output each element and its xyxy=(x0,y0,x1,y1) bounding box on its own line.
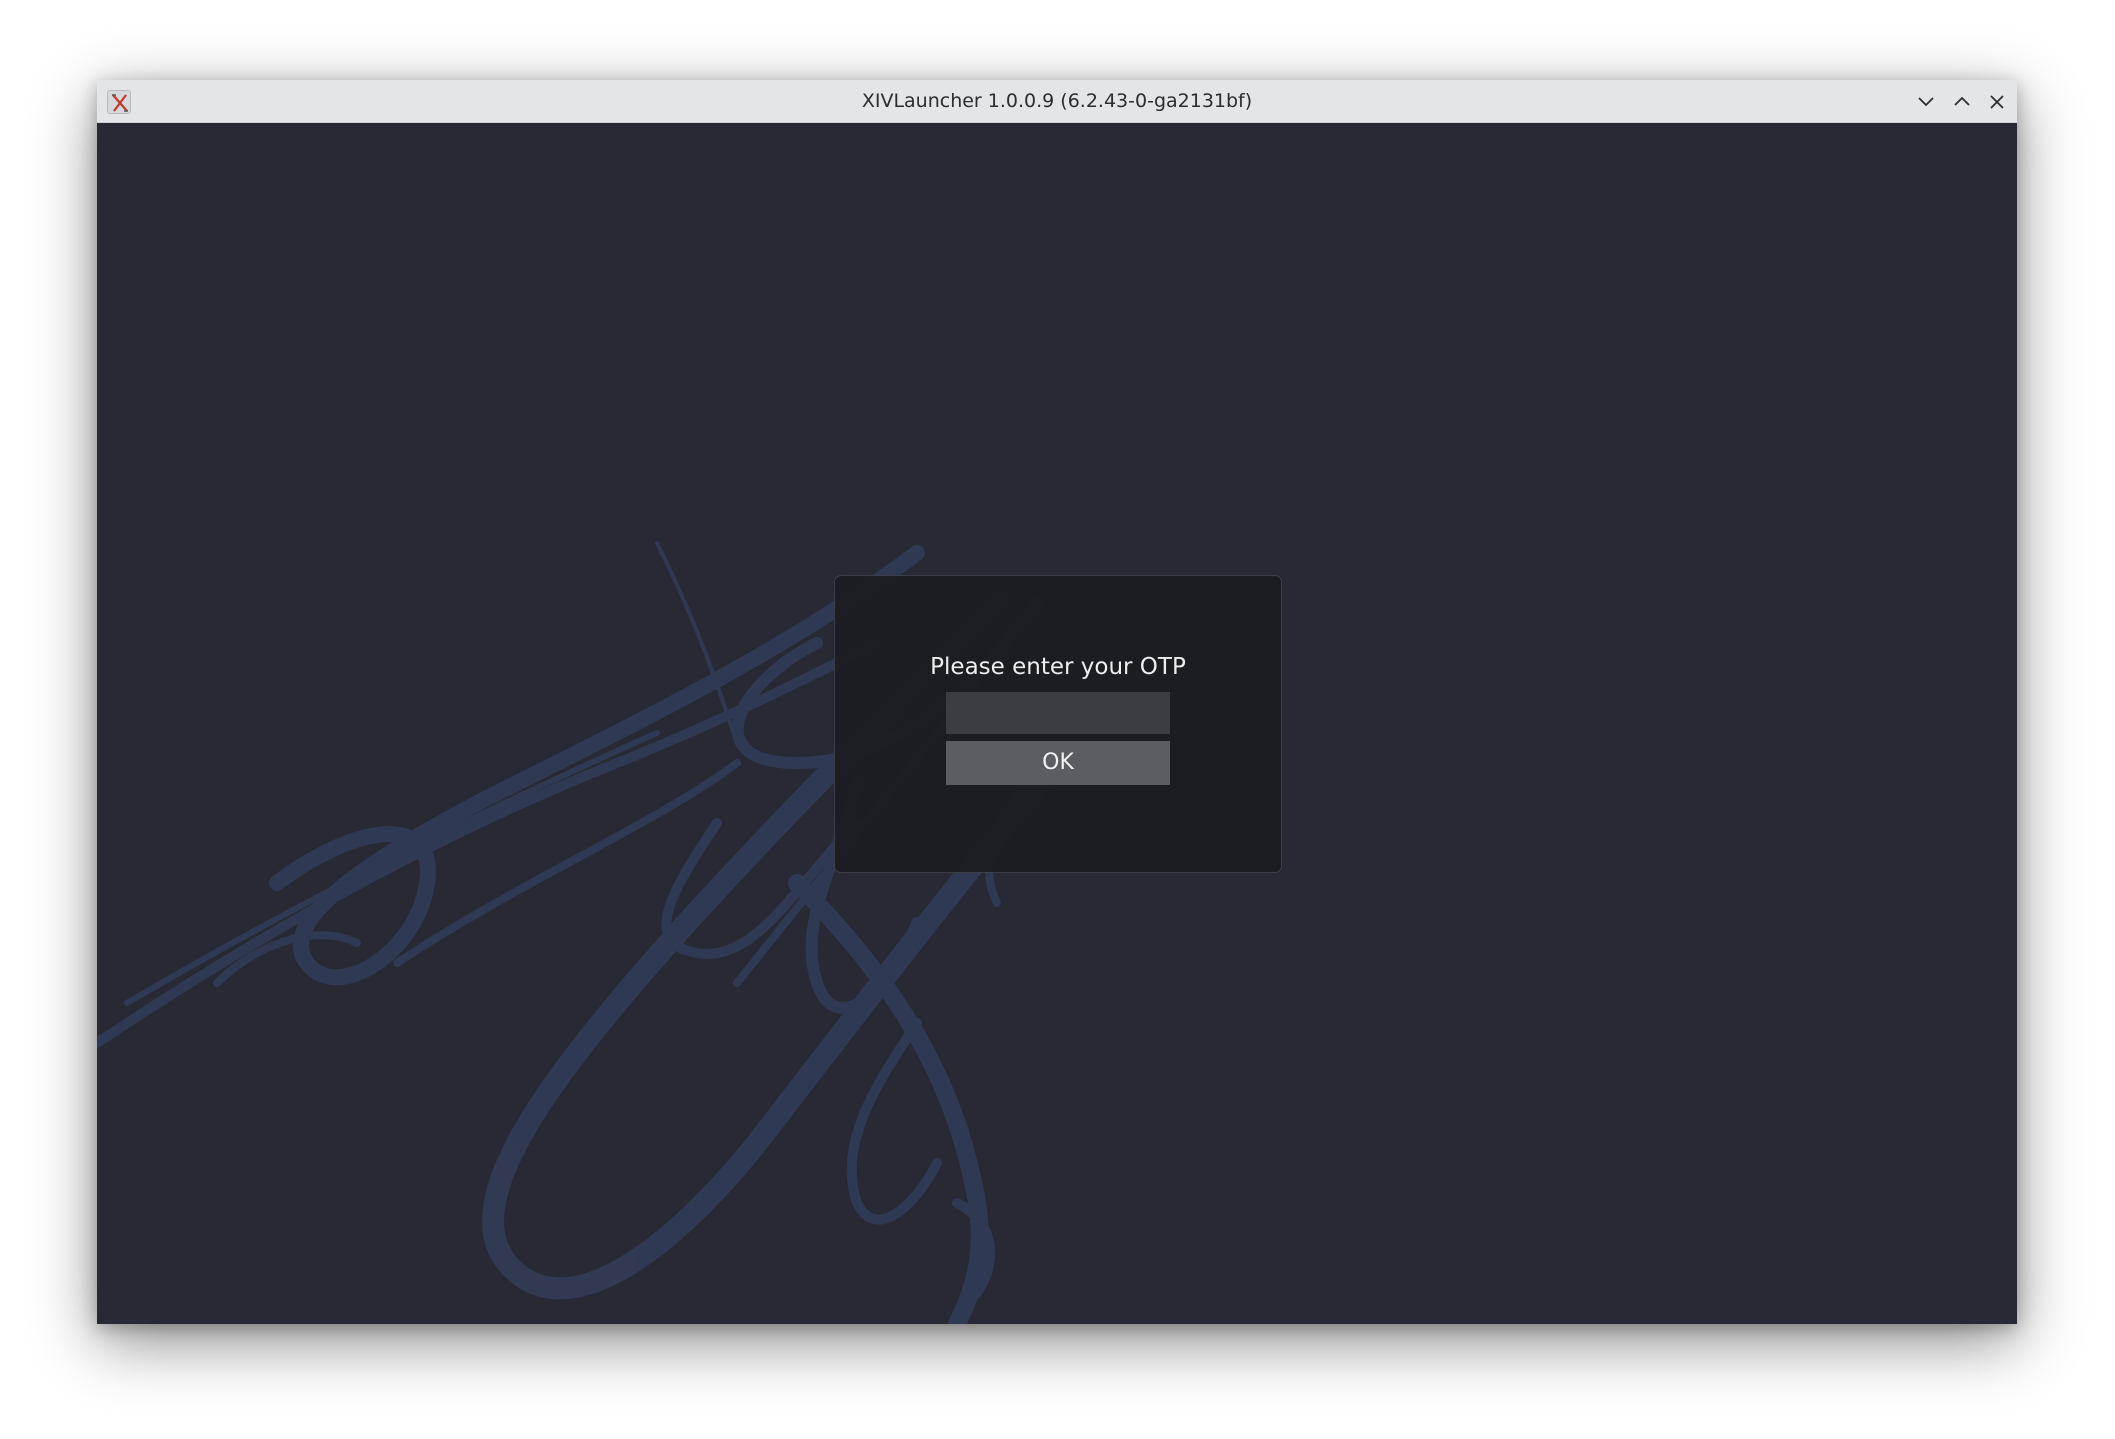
chevron-up-icon xyxy=(1954,96,1970,106)
otp-dialog: Please enter your OTP OK xyxy=(834,575,1282,873)
otp-prompt-label: Please enter your OTP xyxy=(930,654,1186,680)
chevron-down-icon xyxy=(1918,97,1934,107)
close-button[interactable] xyxy=(1984,89,2010,115)
window-title: XIVLauncher 1.0.0.9 (6.2.43-0-ga2131bf) xyxy=(861,90,1253,112)
title-bar[interactable]: XIVLauncher 1.0.0.9 (6.2.43-0-ga2131bf) xyxy=(97,80,2017,123)
close-icon xyxy=(1990,95,2004,109)
minimize-button[interactable] xyxy=(1913,89,1939,115)
app-window: XIVLauncher 1.0.0.9 (6.2.43-0-ga2131bf) xyxy=(97,80,2017,1324)
ok-button[interactable]: OK xyxy=(946,741,1170,785)
otp-input[interactable] xyxy=(946,692,1170,734)
maximize-button[interactable] xyxy=(1949,89,1975,115)
launcher-content: Please enter your OTP OK xyxy=(97,123,2017,1324)
